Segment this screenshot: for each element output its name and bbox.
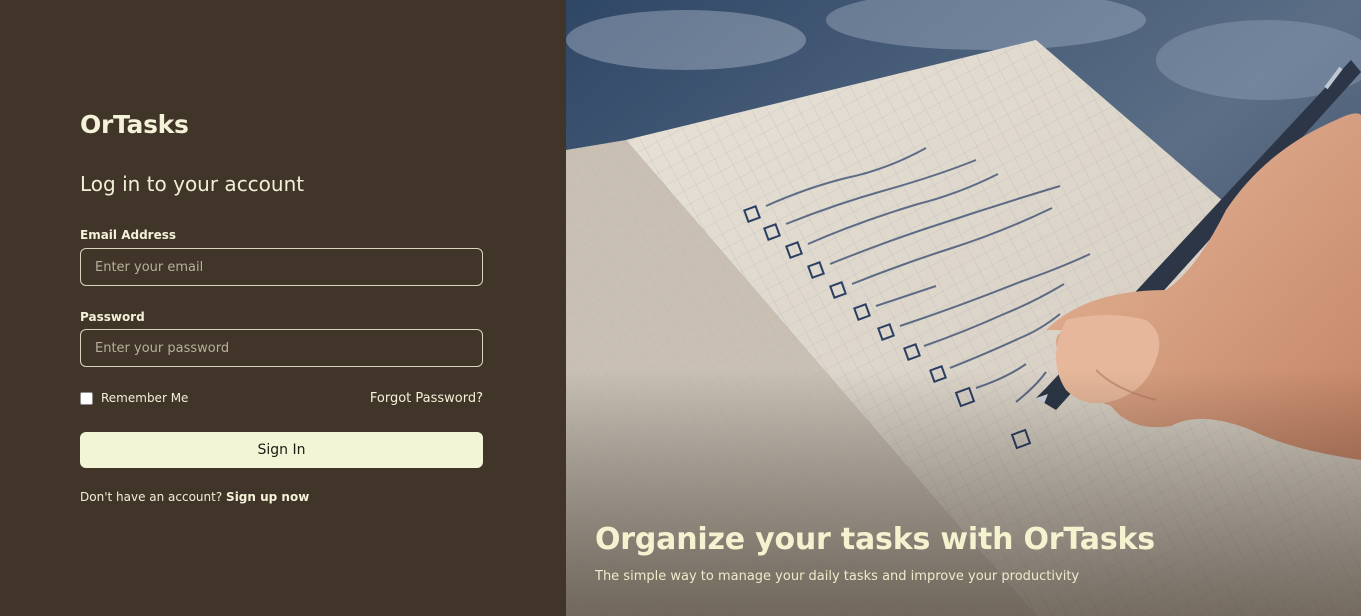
forgot-password-link[interactable]: Forgot Password? xyxy=(370,391,483,406)
password-field[interactable] xyxy=(80,329,483,367)
hero-image-panel: Organize your tasks with OrTasks The sim… xyxy=(566,0,1361,616)
remember-label: Remember Me xyxy=(101,391,189,405)
remember-checkbox[interactable] xyxy=(80,391,93,405)
brand-logo: OrTasks xyxy=(80,110,189,139)
page-title: Log in to your account xyxy=(80,172,305,196)
signup-link[interactable]: Sign up now xyxy=(226,490,309,504)
signup-row: Don't have an account? Sign up now xyxy=(80,490,309,504)
remember-me: Remember Me xyxy=(80,391,188,405)
email-field[interactable] xyxy=(80,248,483,286)
signup-prompt: Don't have an account? xyxy=(80,490,223,504)
email-label: Email Address xyxy=(80,228,177,242)
login-page: OrTasks Log in to your account Email Add… xyxy=(0,0,1361,616)
password-label: Password xyxy=(80,310,145,324)
hero-subtitle: The simple way to manage your daily task… xyxy=(595,569,1080,584)
login-panel: OrTasks Log in to your account Email Add… xyxy=(0,0,566,616)
sign-in-button[interactable]: Sign In xyxy=(80,432,483,468)
hero-title: Organize your tasks with OrTasks xyxy=(595,522,1155,557)
